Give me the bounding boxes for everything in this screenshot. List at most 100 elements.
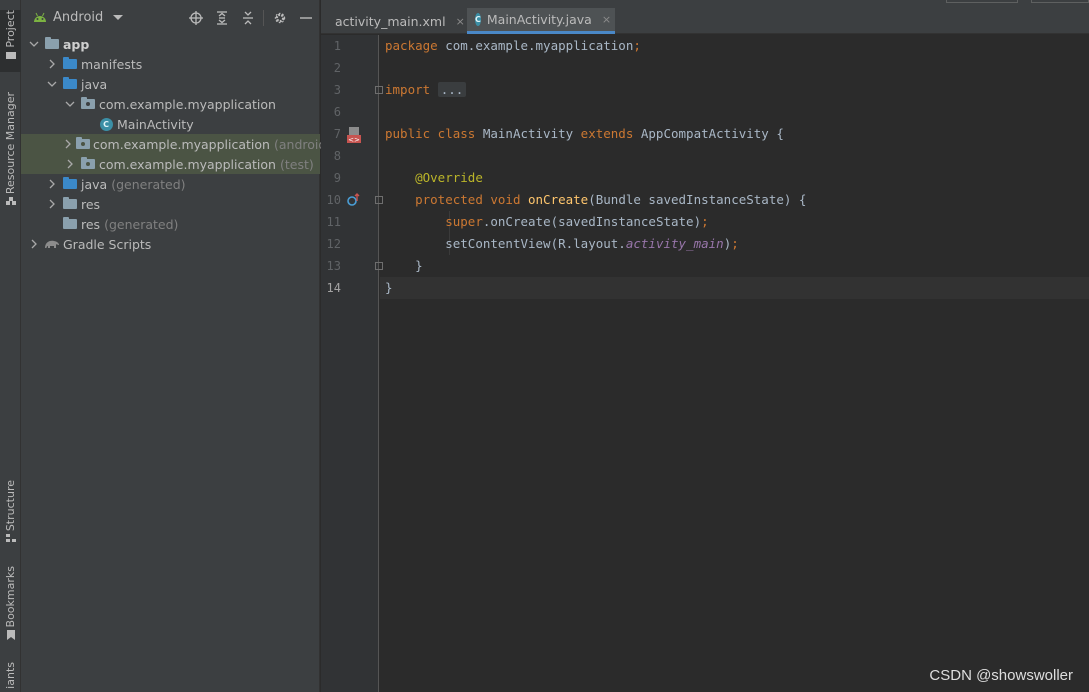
tree-item-suffix: (generated) (111, 176, 186, 192)
code-line: } (415, 258, 423, 273)
code-area[interactable]: package com.example.myapplication; impor… (380, 35, 1089, 692)
collapse-all-icon (243, 11, 253, 25)
gradle-icon (44, 237, 60, 251)
close-icon[interactable]: × (602, 13, 611, 26)
structure-icon (5, 534, 16, 543)
tab-activity-main-xml[interactable]: <> activity_main.xml × (321, 8, 465, 34)
collapse-all-button[interactable] (241, 11, 255, 25)
expand-all-icon (217, 11, 227, 25)
java-class-icon: C (98, 117, 114, 131)
line-number: 6 (333, 105, 341, 119)
package-icon (80, 97, 96, 111)
watermark: CSDN @showswoller (929, 667, 1073, 684)
chevron-right-icon[interactable] (45, 197, 59, 211)
tree-item-package-androidtest[interactable]: com.example.myapplication (androidT (21, 134, 334, 154)
line-number: 8 (333, 149, 341, 163)
line-number: 7 (333, 127, 341, 141)
locate-file-button[interactable] (189, 11, 203, 25)
tree-item-res[interactable]: res (21, 194, 320, 214)
tool-window-strip: Project Resource Manager Structure Bookm… (0, 0, 21, 692)
resource-manager-tool-tab-label: Resource Manager (4, 92, 17, 195)
current-line-highlight (380, 277, 1089, 299)
line-number: 13 (326, 259, 341, 273)
line-number: 3 (333, 83, 341, 97)
line-number-gutter: 1 2 3 6 7 8 9 10 11 12 13 14 <> (321, 35, 383, 692)
resource-folder-icon (62, 217, 78, 231)
line-number: 1 (333, 39, 341, 53)
settings-button[interactable] (273, 11, 287, 25)
android-icon (34, 12, 46, 22)
line-number: 2 (333, 61, 341, 75)
bookmarks-tool-tab-label: Bookmarks (4, 566, 17, 628)
tree-item-java[interactable]: java (21, 74, 320, 94)
line-number: 11 (326, 215, 341, 229)
toolbar-button-fragment (1031, 0, 1089, 3)
code-line: setContentView(R.layout.activity_main); (445, 236, 739, 251)
tree-item-package-test[interactable]: com.example.myapplication (test) (21, 154, 320, 174)
tree-item-label: res (81, 216, 101, 232)
project-tool-tab[interactable]: Project (0, 10, 21, 72)
code-editor: <> activity_main.xml × C MainActivity.ja… (321, 0, 1089, 692)
tree-item-suffix: (generated) (104, 216, 179, 232)
chevron-right-icon[interactable] (45, 177, 59, 191)
tree-item-label: app (63, 36, 90, 52)
resource-icon (5, 197, 16, 206)
chevron-right-icon[interactable] (63, 157, 77, 171)
code-line: @Override (415, 170, 483, 185)
folder-icon (5, 51, 16, 59)
override-gutter-icon[interactable] (347, 193, 361, 207)
tree-item-java-generated[interactable]: java (generated) (21, 174, 320, 194)
tree-item-label: res (81, 196, 101, 212)
toolbar-button-fragment (946, 0, 1018, 3)
folder-icon (62, 57, 78, 71)
bookmark-icon (6, 630, 15, 641)
tree-item-label: java (81, 76, 108, 92)
header-divider (263, 10, 264, 26)
resource-folder-icon (62, 197, 78, 211)
chevron-down-icon[interactable] (45, 77, 59, 91)
tree-item-gradle-scripts[interactable]: Gradle Scripts (21, 234, 320, 254)
tree-item-label: MainActivity (117, 116, 194, 132)
tree-item-res-generated[interactable]: res (generated) (21, 214, 320, 234)
build-variants-tool-tab-label: iants (4, 662, 17, 689)
project-panel: Android app manifests java com.example.m… (21, 0, 334, 692)
editor-tab-bar: <> activity_main.xml × C MainActivity.ja… (321, 0, 1089, 34)
expand-all-button[interactable] (215, 11, 229, 25)
chevron-right-icon[interactable] (45, 57, 59, 71)
project-tree: app manifests java com.example.myapplica… (21, 34, 334, 254)
minimize-icon (300, 17, 312, 19)
module-folder-icon (44, 37, 60, 51)
hide-panel-button[interactable] (299, 11, 313, 25)
gear-icon (274, 12, 286, 24)
code-line: import ... (385, 79, 467, 101)
code-line: super.onCreate(savedInstanceState); (445, 214, 709, 229)
bookmarks-tool-tab[interactable]: Bookmarks (0, 566, 21, 646)
line-number: 10 (326, 193, 341, 207)
project-tool-tab-label: Project (4, 10, 17, 48)
tab-mainactivity-java[interactable]: C MainActivity.java × (467, 8, 615, 34)
java-class-icon: C (475, 13, 481, 26)
package-icon (76, 137, 90, 151)
line-number: 9 (333, 171, 341, 185)
chevron-down-icon[interactable] (113, 14, 124, 20)
project-panel-header: Android (21, 0, 319, 34)
tree-item-app[interactable]: app (21, 34, 320, 54)
tree-item-label: java (81, 176, 108, 192)
line-number-current: 14 (326, 281, 341, 295)
chevron-right-icon[interactable] (63, 137, 73, 151)
layout-gutter-icon[interactable]: <> (347, 127, 361, 143)
build-variants-tool-tab[interactable]: iants (0, 662, 21, 692)
structure-tool-tab[interactable]: Structure (0, 480, 21, 550)
tab-label: MainActivity.java (486, 12, 592, 27)
resource-manager-tool-tab[interactable]: Resource Manager (0, 92, 21, 212)
close-icon[interactable]: × (456, 15, 465, 28)
crosshair-icon (189, 11, 203, 25)
code-line: public class MainActivity extends AppCom… (385, 126, 784, 141)
tree-item-mainactivity[interactable]: C MainActivity (21, 114, 320, 134)
tree-item-package-main[interactable]: com.example.myapplication (21, 94, 320, 114)
chevron-down-icon[interactable] (63, 97, 77, 111)
chevron-right-icon[interactable] (27, 237, 41, 251)
project-view-title[interactable]: Android (53, 10, 103, 25)
chevron-down-icon[interactable] (27, 37, 41, 51)
tree-item-manifests[interactable]: manifests (21, 54, 320, 74)
